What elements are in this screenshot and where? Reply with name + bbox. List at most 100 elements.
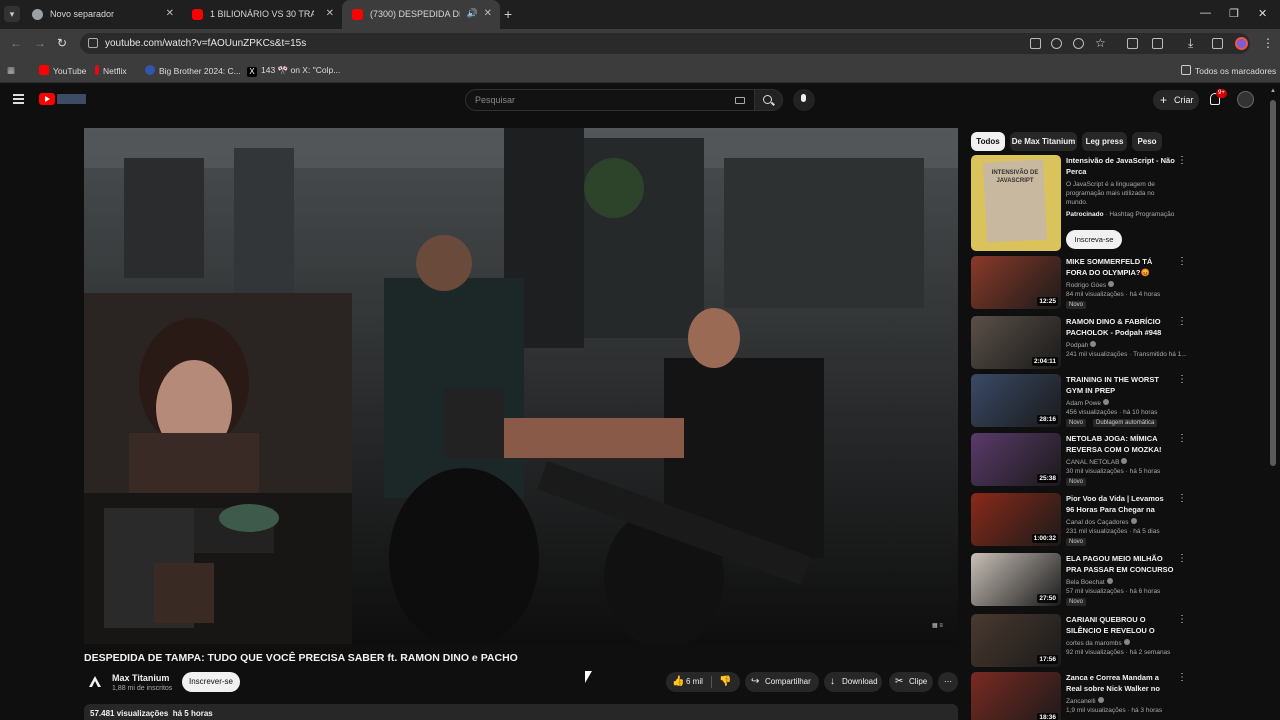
chip-de-max-titanium[interactable]: De Max Titanium bbox=[1010, 132, 1077, 151]
bookmark-netflix[interactable]: Netflix bbox=[95, 65, 127, 76]
more-vert-icon[interactable]: ⋮ bbox=[1177, 614, 1187, 625]
rec-channel[interactable]: Podpah bbox=[1066, 341, 1097, 349]
tab-close-icon[interactable]: ✕ bbox=[484, 8, 492, 19]
tab-search-icon[interactable]: ▾ bbox=[4, 6, 20, 22]
search-input[interactable]: Pesquisar bbox=[465, 89, 755, 111]
video-thumbnail[interactable]: 25:38 bbox=[971, 433, 1061, 486]
share-button[interactable]: ↪ Compartilhar bbox=[745, 672, 819, 692]
chip-peso[interactable]: Peso bbox=[1132, 132, 1162, 151]
reading-list-icon[interactable] bbox=[1212, 38, 1223, 49]
tab-bilionario[interactable]: 1 BILIONÁRIO VS 30 TRABALHAD ✕ bbox=[182, 0, 342, 29]
more-vert-icon[interactable]: ⋮ bbox=[1177, 672, 1187, 683]
rec-title[interactable]: ELA PAGOU MEIO MILHÃO PRA PASSAR EM CONC… bbox=[1066, 553, 1174, 575]
new-tab-icon[interactable]: + bbox=[504, 6, 512, 22]
rec-title[interactable]: CARIANI QUEBROU O SILÊNCIO E REVELOU O M… bbox=[1066, 614, 1174, 636]
sponsored-ad[interactable]: INTENSIVÃO DE JAVASCRIPT Intensivão de J… bbox=[971, 155, 1187, 251]
menu-icon[interactable] bbox=[13, 94, 24, 106]
rec-channel[interactable]: Zancanelli bbox=[1066, 697, 1104, 705]
video-thumbnail[interactable]: 12:25 bbox=[971, 256, 1061, 309]
rec-channel[interactable]: Bela Boechat bbox=[1066, 578, 1113, 586]
rec-title[interactable]: TRAINING IN THE WORST GYM IN PREP bbox=[1066, 374, 1174, 396]
search-button[interactable] bbox=[755, 89, 783, 111]
scrollbar-thumb[interactable] bbox=[1270, 100, 1276, 466]
channel-name[interactable]: Max Titanium bbox=[112, 673, 169, 683]
maximize-icon[interactable]: ❐ bbox=[1229, 7, 1239, 20]
url-text[interactable]: youtube.com/watch?v=fAOUunZPKCs&t=15s bbox=[105, 38, 306, 49]
rec-title[interactable]: RAMON DINO & FABRÍCIO PACHOLOK - Podpah … bbox=[1066, 316, 1174, 338]
rec-title[interactable]: Zanca e Correa Mandam a Real sobre Nick … bbox=[1066, 672, 1174, 694]
keyboard-icon[interactable] bbox=[735, 97, 745, 104]
like-count[interactable]: 6 mil bbox=[686, 672, 703, 692]
close-window-icon[interactable]: ✕ bbox=[1258, 7, 1267, 20]
video-thumbnail[interactable]: 27:50 bbox=[971, 553, 1061, 606]
voice-search-icon[interactable] bbox=[793, 89, 815, 111]
rec-channel[interactable]: cortes da marombs bbox=[1066, 639, 1130, 647]
subscribe-button[interactable]: Inscrever-se bbox=[182, 672, 240, 692]
extensions-icon[interactable] bbox=[1152, 38, 1163, 49]
tab-close-icon[interactable]: ✕ bbox=[166, 8, 174, 19]
rec-title[interactable]: MIKE SOMMERFELD TÁ FORA DO OLYMPIA?😡 AGO… bbox=[1066, 256, 1174, 278]
ad-cta-button[interactable]: Inscreva-se bbox=[1066, 230, 1122, 249]
tab-despedida[interactable]: (7300) DESPEDIDA DE TAMP 🔊 ✕ bbox=[342, 0, 500, 29]
site-info-icon[interactable] bbox=[88, 38, 98, 48]
rec-channel[interactable]: Canal dos Caçadores bbox=[1066, 518, 1137, 526]
ad-thumbnail[interactable]: INTENSIVÃO DE JAVASCRIPT bbox=[971, 155, 1061, 251]
channel-avatar[interactable] bbox=[85, 672, 105, 692]
more-vert-icon[interactable]: ⋮ bbox=[1177, 493, 1187, 504]
bookmark-star-icon[interactable]: ☆ bbox=[1095, 36, 1106, 50]
bookmark-youtube[interactable]: YouTube bbox=[39, 65, 86, 76]
chip-leg-press[interactable]: Leg press bbox=[1082, 132, 1127, 151]
minimize-icon[interactable]: — bbox=[1200, 7, 1211, 19]
like-icon[interactable]: 👍 bbox=[672, 672, 684, 692]
install-app-icon[interactable] bbox=[1030, 38, 1041, 49]
tab-close-icon[interactable]: ✕ bbox=[326, 8, 334, 19]
video-thumbnail[interactable]: 1:00:32 bbox=[971, 493, 1061, 546]
more-actions-button[interactable]: ⋯ bbox=[938, 672, 958, 692]
rec-title[interactable]: NETOLAB JOGA: MÍMICA REVERSA COM O MOZKA… bbox=[1066, 433, 1174, 455]
bookmark-bigbrother[interactable]: Big Brother 2024: C... bbox=[145, 65, 241, 76]
forward-icon[interactable]: → bbox=[34, 36, 46, 50]
description-box[interactable]: 57.481 visualizações há 5 horas bbox=[84, 704, 958, 720]
tab-new[interactable]: Novo separador ✕ bbox=[22, 0, 182, 29]
rec-channel[interactable]: CANAL NETOLAB bbox=[1066, 458, 1128, 466]
more-vert-icon[interactable]: ⋮ bbox=[1177, 316, 1187, 327]
speaker-icon[interactable]: 🔊 bbox=[467, 8, 478, 19]
create-button[interactable]: + Criar bbox=[1153, 90, 1199, 110]
rec-channel[interactable]: Adam Powe bbox=[1066, 399, 1110, 407]
ad-title[interactable]: Intensivão de JavaScript - Não Perca bbox=[1066, 155, 1178, 177]
rec-channel[interactable]: Rodrigo Góes bbox=[1066, 281, 1115, 289]
account-avatar[interactable] bbox=[1237, 91, 1254, 108]
video-thumbnail[interactable]: 28:16 bbox=[971, 374, 1061, 427]
chip-todos[interactable]: Todos bbox=[971, 132, 1005, 151]
verified-icon bbox=[1106, 578, 1113, 584]
scroll-up-icon[interactable]: ▲ bbox=[1270, 88, 1276, 94]
reload-icon[interactable]: ↻ bbox=[57, 36, 67, 50]
more-vert-icon[interactable]: ⋮ bbox=[1177, 155, 1187, 166]
rec-title[interactable]: Pior Voo da Vida | Levamos 96 Horas Para… bbox=[1066, 493, 1174, 515]
duration-badge: 28:16 bbox=[1037, 415, 1058, 424]
video-thumbnail[interactable]: 17:56 bbox=[971, 614, 1061, 667]
browser-menu-icon[interactable]: ⋮ bbox=[1262, 36, 1274, 50]
back-icon[interactable]: ← bbox=[10, 36, 22, 50]
download-button[interactable]: ↓ Download bbox=[824, 672, 882, 692]
edit-icon[interactable] bbox=[1127, 38, 1138, 49]
download-icon[interactable]: ⤓ bbox=[1188, 36, 1193, 51]
youtube-logo[interactable] bbox=[39, 93, 86, 105]
more-vert-icon[interactable]: ⋮ bbox=[1177, 433, 1187, 444]
create-label: Criar bbox=[1174, 95, 1194, 105]
all-bookmarks[interactable]: Todos os marcadores bbox=[1181, 65, 1276, 76]
video-thumbnail[interactable]: 2:04:11 bbox=[971, 316, 1061, 369]
more-vert-icon[interactable]: ⋮ bbox=[1177, 374, 1187, 385]
bookmark-x-post[interactable]: X 143 🎌 on X: "Colp... bbox=[247, 65, 340, 77]
zoom-icon[interactable] bbox=[1051, 38, 1062, 49]
video-thumbnail[interactable]: 18:36 bbox=[971, 672, 1061, 720]
browser-profile-avatar[interactable] bbox=[1235, 37, 1248, 50]
more-vert-icon[interactable]: ⋮ bbox=[1177, 256, 1187, 267]
tracking-eye-icon[interactable] bbox=[1073, 38, 1084, 49]
clip-button[interactable]: ✂ Clipe bbox=[889, 672, 933, 692]
dislike-icon[interactable]: 👎 bbox=[719, 672, 731, 692]
more-vert-icon[interactable]: ⋮ bbox=[1177, 553, 1187, 564]
apps-grid-icon[interactable]: ▦ bbox=[7, 65, 15, 76]
video-player[interactable]: ▦ ≡ bbox=[84, 128, 958, 644]
page-scrollbar[interactable]: ▲ bbox=[1270, 88, 1276, 720]
